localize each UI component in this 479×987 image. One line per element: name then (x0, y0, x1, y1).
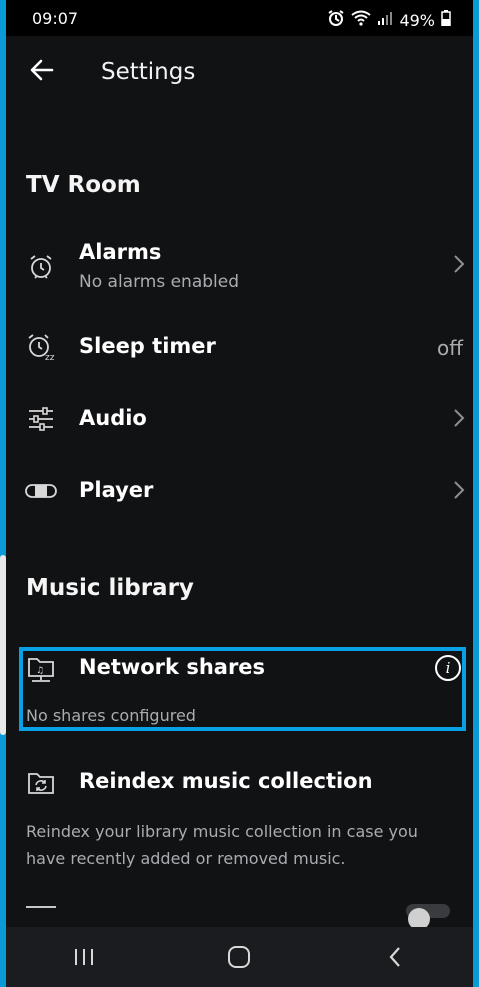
back-icon[interactable] (365, 927, 425, 987)
section-title-room: TV Room (26, 172, 141, 198)
player-label: Player (79, 478, 154, 502)
phone-screen: 09:07 49% Settings TV Room Alarms No ala… (6, 0, 473, 987)
alarm-icon (24, 250, 58, 284)
signal-icon (377, 10, 393, 30)
section-title-library: Music library (26, 575, 194, 601)
sleep-timer-icon: zz (24, 330, 58, 364)
wifi-icon (351, 10, 372, 30)
sleep-timer-row[interactable]: zz Sleep timer off (6, 330, 473, 370)
app-bar: Settings (6, 36, 473, 112)
partial-row-icon (26, 906, 56, 916)
player-device-icon (24, 474, 58, 508)
sleep-timer-label: Sleep timer (79, 334, 216, 358)
back-arrow-icon[interactable] (28, 56, 56, 84)
reindex-label: Reindex music collection (79, 769, 373, 793)
refresh-folder-icon (24, 766, 58, 800)
alarm-clock-icon (327, 9, 345, 31)
status-time: 09:07 (32, 9, 79, 28)
sleep-timer-value: off (436, 336, 463, 360)
selection-highlight (19, 647, 466, 731)
page-title: Settings (101, 59, 196, 85)
chevron-right-icon (453, 480, 465, 506)
system-nav-bar (6, 927, 473, 987)
alarms-row[interactable]: Alarms No alarms enabled (6, 238, 473, 308)
svg-text:zz: zz (45, 353, 55, 362)
chevron-right-icon (453, 408, 465, 434)
recent-apps-icon[interactable] (54, 927, 114, 987)
audio-row[interactable]: Audio (6, 402, 473, 442)
reindex-row[interactable]: Reindex music collection (6, 766, 473, 806)
equalizer-icon (24, 402, 58, 436)
audio-label: Audio (79, 406, 147, 430)
home-icon[interactable] (209, 927, 269, 987)
status-bar: 09:07 49% (6, 0, 473, 36)
battery-percent: 49% (399, 10, 435, 30)
battery-icon (441, 10, 451, 30)
status-icons: 49% (327, 9, 451, 31)
player-row[interactable]: Player (6, 474, 473, 514)
alarms-label: Alarms (79, 240, 162, 264)
chevron-right-icon (453, 254, 465, 280)
reindex-description: Reindex your library music collection in… (26, 822, 418, 868)
alarms-sub: No alarms enabled (79, 272, 240, 292)
